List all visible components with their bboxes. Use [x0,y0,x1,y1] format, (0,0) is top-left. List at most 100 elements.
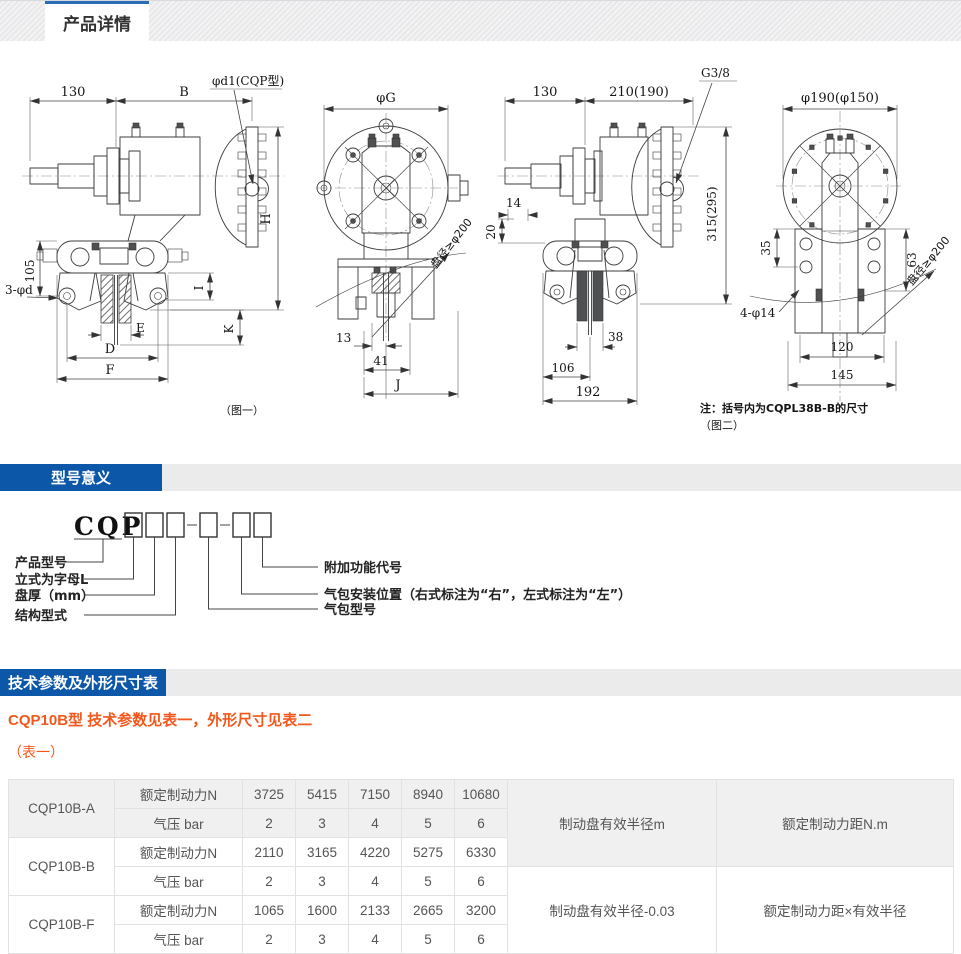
force-label-A: 额定制动力N [115,780,243,809]
params-note-rest: 技术参数见表一，外形尺寸见表二 [83,712,312,729]
fig3-caption: （图二） [700,419,744,432]
section-bar-tech-params: 技术参数及外形尺寸表 [0,669,961,696]
tab-strip: 产品详情 [0,0,961,41]
model-cell-F: CQP10B-F [9,896,115,954]
radius-formula-cell: 制动盘有效半径-0.03 [508,867,717,954]
fig2-dim-phiG: φG [376,91,396,106]
pressure-value: 5 [402,867,455,896]
fig1-dim-105: 105 [23,260,37,283]
model-code-diagram: CQP 产品型号 立式为字母L 盘厚（mm） 结构型式 附加功能代号 气包安装位… [0,491,961,664]
force-value: 2133 [349,896,402,925]
radius-header-cell: 制动盘有效半径m [508,780,717,867]
fig4-dim-120: 120 [831,340,854,354]
fig1-dim-H: H [259,213,274,224]
fig3-dim-106: 106 [552,361,575,375]
fig1-dim-E: E [136,321,145,335]
fig4-dim-35: 35 [759,240,773,255]
fig3-side-view: 130 210(190) G3/8 315(295) 14 20 38 106 … [484,66,868,432]
fig4-dim-145: 145 [831,368,854,382]
force-label-F: 额定制动力N [115,896,243,925]
pressure-value: 5 [402,809,455,838]
section-bar-model-meaning: 型号意义 [0,464,961,491]
fig1-side-view: 130 B φd1(CQP型) H 105 3-φd I K E D [5,74,284,417]
fig3-dim-315: 315(295) [705,186,719,241]
pressure-value: 5 [402,925,455,954]
section-title-model-meaning: 型号意义 [0,464,162,491]
fig4-front-view: 盘径≥φ200 φ190(φ150) 35 63 4-φ14 120 145 [740,91,953,401]
pressure-value: 3 [296,925,349,954]
pressure-value: 4 [349,809,402,838]
pressure-label-F: 气压 bar [115,925,243,954]
pressure-value: 2 [243,867,296,896]
fig1-dim-B: B [179,85,189,100]
torque-header-cell: 额定制动力距N.m [717,780,954,867]
force-value: 7150 [349,780,402,809]
force-value: 10680 [455,780,508,809]
fig3-dim-192: 192 [576,385,601,400]
force-value: 2665 [402,896,455,925]
technical-drawings: 130 B φd1(CQP型) H 105 3-φd I K E D [0,41,961,464]
fig4-dim-4phi14: 4-φ14 [740,306,776,320]
model-label-airbag-model: 气包型号 [324,602,376,618]
force-value: 4220 [349,838,402,867]
fig2-dim-J: J [393,378,400,393]
tab-product-detail-label: 产品详情 [63,10,131,35]
fig1-dim-phid1: φd1(CQP型) [212,74,284,88]
fig2-front-view: 盘径≥φ200 φG 13 41 J [316,91,475,399]
model-label-structure-type: 结构型式 [15,608,67,624]
pressure-label-A: 气压 bar [115,809,243,838]
model-label-airbag-position: 气包安装位置（右式标注为“右”，左式标注为“左”） [324,587,631,603]
fig4-dim-phi190: φ190(φ150) [801,91,879,106]
fig1-caption: （图一） [220,404,264,417]
fig2-dim-41: 41 [373,354,388,368]
pressure-value: 6 [455,867,508,896]
tab-product-detail[interactable]: 产品详情 [45,1,149,41]
fig1-dim-K: K [222,323,236,333]
table-one-tag: （表一） [8,742,961,762]
force-value: 6330 [455,838,508,867]
table-row: 气压 bar 2 3 4 5 6 制动盘有效半径-0.03 额定制动力距×有效半… [9,867,954,896]
pressure-value: 2 [243,925,296,954]
model-label-vertical-L: 立式为字母L [15,572,88,588]
fig3-dim-20: 20 [484,224,498,239]
force-value: 1065 [243,896,296,925]
pressure-value: 6 [455,809,508,838]
model-label-product-model: 产品型号 [15,555,67,571]
fig1-dim-F: F [105,363,114,378]
force-value: 3725 [243,780,296,809]
fig2-disc-note: 盘径≥φ200 [427,215,475,270]
force-value: 3200 [455,896,508,925]
model-cell-B: CQP10B-B [9,838,115,896]
fig1-dim-3phid: 3-φd [5,283,33,297]
params-table: CQP10B-A 额定制动力N 3725 5415 7150 8940 1068… [8,779,954,954]
force-label-B: 额定制动力N [115,838,243,867]
fig3-dim-210: 210(190) [609,85,669,100]
pressure-value: 3 [296,809,349,838]
table-row: CQP10B-A 额定制动力N 3725 5415 7150 8940 1068… [9,780,954,809]
pressure-value: 6 [455,925,508,954]
params-note: CQP10B型 技术参数见表一，外形尺寸见表二 [8,709,961,730]
pressure-label-B: 气压 bar [115,867,243,896]
params-note-model: CQP10B型 [8,712,83,729]
model-cell-A: CQP10B-A [9,780,115,838]
fig3-note: 注：括号内为CQPL38B-B的尺寸 [700,401,868,415]
fig1-dim-D: D [105,342,115,357]
model-label-disc-thickness: 盘厚（mm） [15,588,94,604]
force-value: 2110 [243,838,296,867]
fig3-dim-38: 38 [608,330,623,344]
pressure-value: 2 [243,809,296,838]
pressure-value: 3 [296,867,349,896]
pressure-value: 4 [349,925,402,954]
force-value: 5415 [296,780,349,809]
force-value: 1600 [296,896,349,925]
fig4-dim-63: 63 [905,252,919,267]
force-value: 3165 [296,838,349,867]
force-value: 8940 [402,780,455,809]
fig3-dim-130: 130 [533,85,558,100]
fig3-dim-G38: G3/8 [701,66,730,80]
fig2-dim-13: 13 [336,331,351,345]
section-title-tech-params: 技术参数及外形尺寸表 [0,669,166,696]
fig1-dim-I: I [192,285,206,290]
fig3-dim-14: 14 [506,196,522,210]
pressure-value: 4 [349,867,402,896]
